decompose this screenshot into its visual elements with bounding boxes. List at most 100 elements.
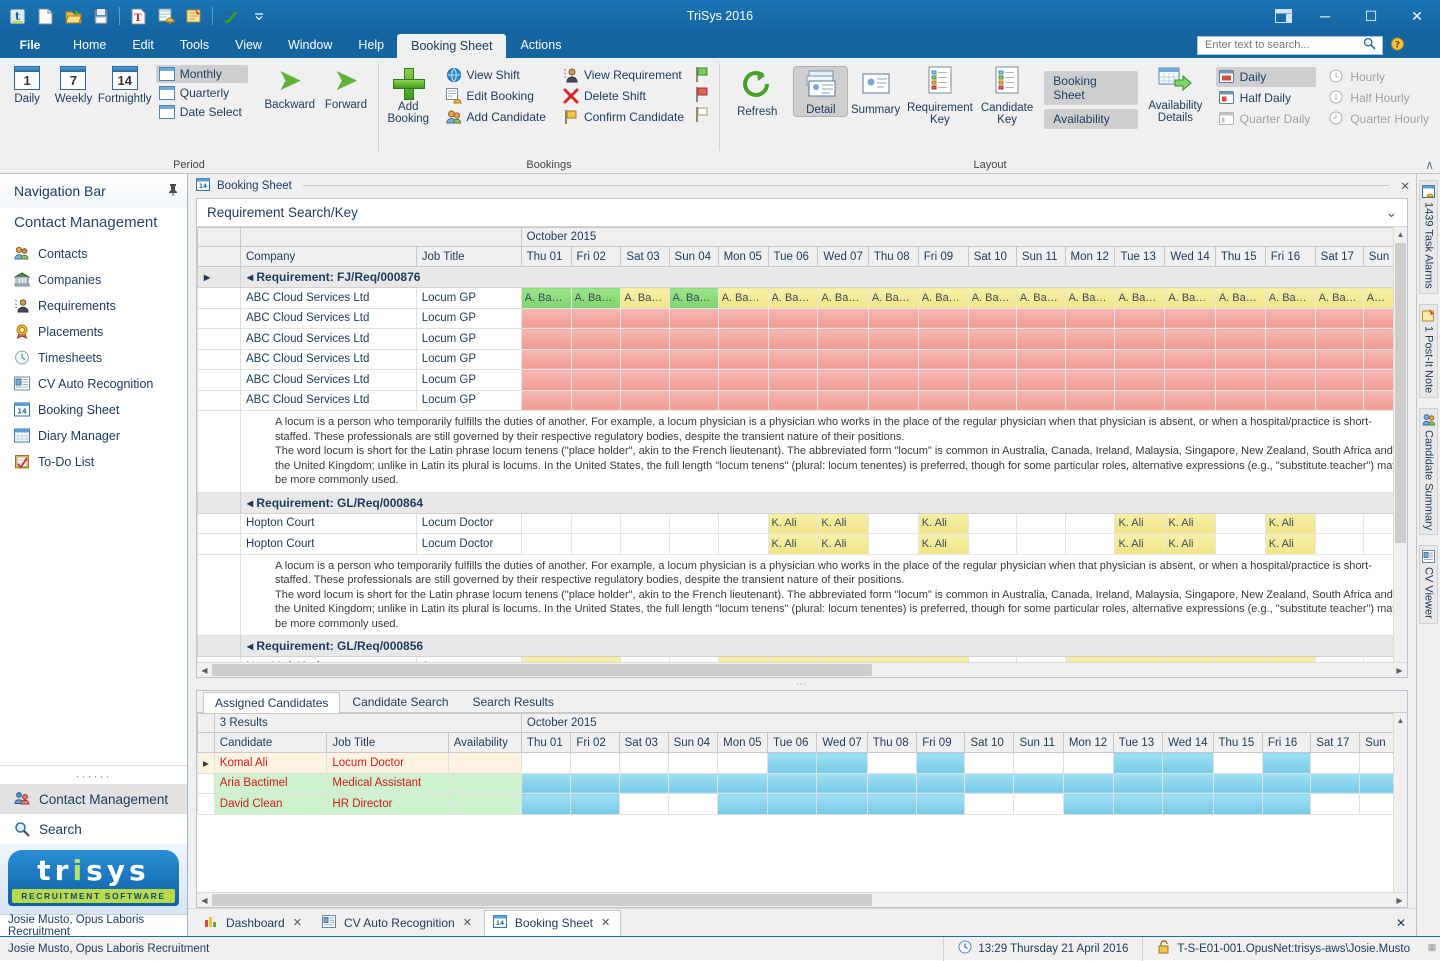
booking-cell[interactable] [1315,349,1363,370]
column-header-day[interactable]: Sat 03 [619,733,668,753]
availability-cell[interactable] [1163,794,1213,815]
requirement-group-header[interactable]: ◂ Requirement: GL/Req/000864 [198,492,1407,513]
booking-cell[interactable]: D. Clean [718,657,768,663]
column-header-day[interactable]: Sun 04 [669,247,718,267]
row-indicator[interactable] [198,794,215,815]
view-shift-button[interactable]: View Shift [443,65,552,85]
granularity-half-daily-button[interactable]: Half Daily [1216,88,1317,108]
column-header-company[interactable]: Company [241,247,417,267]
column-header-day[interactable]: Fri 16 [1265,247,1315,267]
save-icon[interactable] [88,3,114,29]
row-indicator[interactable] [198,773,215,794]
booking-cell[interactable]: K. Ali [1115,534,1165,555]
sidebar-item-placements[interactable]: Placements [0,319,187,345]
period-date-select-button[interactable]: Date Select [156,103,248,121]
booking-cell[interactable] [1215,534,1265,555]
booking-cell[interactable] [1115,390,1165,411]
scroll-right-icon[interactable]: ▶ [1392,893,1407,907]
right-tab-post-it-note[interactable]: 1 Post-It Note [1419,304,1438,398]
tab-search-results[interactable]: Search Results [461,691,566,712]
booking-cell[interactable] [768,308,818,329]
availability-cell[interactable] [1063,794,1113,815]
pin-icon[interactable] [167,183,179,199]
booking-cell[interactable] [1265,390,1315,411]
availability-cell[interactable] [571,773,619,794]
forward-button[interactable]: ➤ Forward [319,63,373,111]
availability-cell[interactable] [1311,773,1360,794]
customize-dropdown-icon[interactable] [246,3,272,29]
granularity-hourly-button[interactable]: Hourly [1326,67,1435,87]
availability-cell[interactable] [1063,753,1113,774]
booking-cell[interactable] [1165,370,1215,391]
sidebar-item-requirements[interactable]: Requirements [0,293,187,319]
availability-cell[interactable] [1113,773,1162,794]
column-header-day[interactable]: Sun 11 [1016,247,1065,267]
column-header-day[interactable]: Sun 04 [668,733,718,753]
search-box[interactable] [1197,36,1383,55]
column-header-day[interactable]: Tue 06 [768,247,818,267]
availability-cell[interactable] [965,773,1014,794]
add-candidate-button[interactable]: Add Candidate [443,107,552,127]
row-indicator[interactable] [198,370,241,391]
booking-cell[interactable] [1215,390,1265,411]
availability-cell[interactable] [668,753,718,774]
view-requirement-button[interactable]: View Requirement [560,65,690,85]
menu-home[interactable]: Home [60,32,119,58]
availability-cell[interactable] [1311,753,1360,774]
booking-cell[interactable] [868,390,918,411]
requirement-grid-vscrollbar[interactable]: ▲ [1393,227,1407,662]
view-detail-button[interactable]: Detail [794,67,847,116]
doc-tab-dashboard[interactable]: Dashboard ✕ [196,911,312,935]
booking-cell[interactable] [818,390,868,411]
document-close-icon[interactable]: ✕ [1400,179,1410,193]
booking-cell[interactable]: A. Ba… [968,288,1016,309]
availability-cell[interactable] [1113,794,1162,815]
booking-cell[interactable] [818,329,868,350]
availability-cell[interactable] [718,773,768,794]
availability-cell[interactable] [867,794,916,815]
booking-cell[interactable] [521,513,571,534]
booking-cell[interactable] [1215,370,1265,391]
alarm-icon[interactable] [153,3,179,29]
availability-cell[interactable] [768,773,817,794]
availability-cell[interactable] [867,773,916,794]
availability-cell[interactable] [1213,773,1262,794]
booking-cell[interactable]: K. Ali [918,534,968,555]
backward-button[interactable]: ➤ Backward [263,63,317,111]
booking-cell[interactable]: K. Ali [1265,534,1315,555]
booking-cell[interactable] [1265,308,1315,329]
booking-cell[interactable] [918,349,968,370]
availability-cell[interactable] [619,753,668,774]
availability-cell[interactable] [817,794,867,815]
booking-cell[interactable] [1065,390,1115,411]
help-icon[interactable]: ? [1389,35,1406,55]
availability-cell[interactable] [1063,773,1113,794]
booking-cell[interactable] [1315,657,1363,663]
booking-cell[interactable] [768,329,818,350]
availability-details-button[interactable]: Availability Details [1143,63,1207,124]
column-header-day[interactable]: Wed 07 [818,247,868,267]
booking-cell[interactable] [1265,329,1315,350]
booking-cell[interactable]: A. Ba… [718,288,768,309]
booking-cell[interactable] [968,657,1016,663]
column-header-job-title[interactable]: Job Title [327,733,448,753]
column-header-day[interactable]: Fri 09 [917,733,965,753]
column-header-day[interactable]: Sun 11 [1014,733,1063,753]
booking-cell[interactable] [868,308,918,329]
period-quarterly-button[interactable]: Quarterly [156,84,248,102]
booking-cell[interactable] [1016,390,1065,411]
booking-cell[interactable] [521,349,571,370]
candidates-vscrollbar[interactable]: ▲ [1393,713,1407,892]
booking-cell[interactable] [1215,349,1265,370]
granularity-quarter-daily-button[interactable]: Quarter Daily [1216,109,1317,129]
booking-cell[interactable]: K. Ali [768,513,818,534]
booking-cell[interactable] [868,370,918,391]
availability-cell[interactable] [668,773,718,794]
spellcheck-icon[interactable]: ABC [218,3,244,29]
booking-cell[interactable] [1315,513,1363,534]
booking-cell[interactable] [968,534,1016,555]
booking-cell[interactable]: K. Ali [918,513,968,534]
new-document-icon[interactable] [32,3,58,29]
booking-cell[interactable] [669,308,718,329]
booking-cell[interactable]: A. Ba… [1065,288,1115,309]
